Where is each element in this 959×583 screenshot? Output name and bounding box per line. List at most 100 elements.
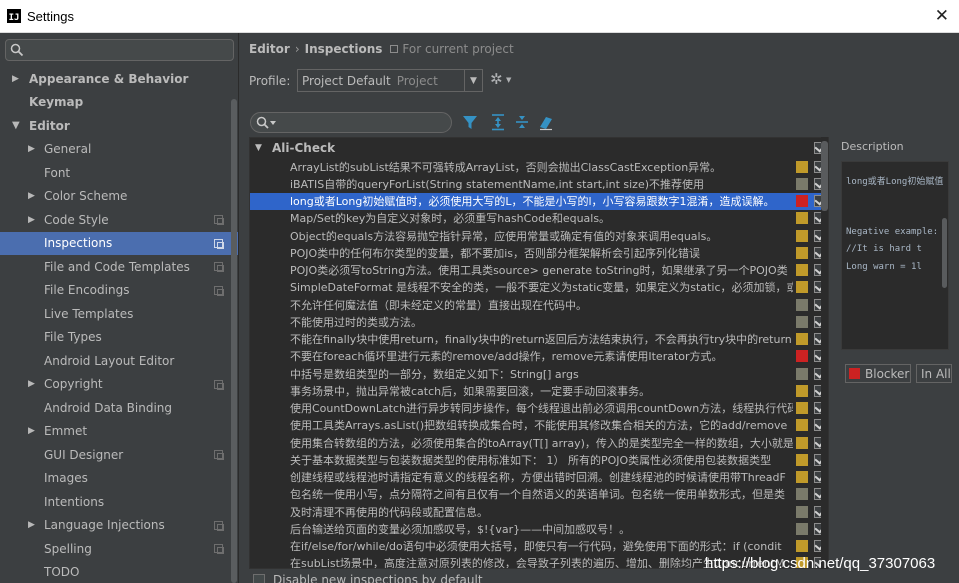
sidebar-item-color-scheme[interactable]: ▶ Color Scheme [0, 185, 238, 209]
rule-row[interactable]: 使用集合转数组的方法，必须使用集合的toArray(T[] array)，传入的… [250, 434, 828, 451]
severity-swatch [796, 298, 808, 311]
rule-row[interactable]: 后台输送给页面的变量必须加感叹号，$!{var}——中间加感叹号！。 [250, 520, 828, 537]
sidebar-item-editor[interactable]: ▼ Editor [0, 114, 238, 138]
chevron-down-icon[interactable]: ▼ [255, 143, 262, 153]
inspections-scrollbar[interactable] [821, 137, 828, 569]
chevron-right-icon[interactable]: ▶ [28, 379, 35, 389]
sidebar-item-font[interactable]: Font [0, 161, 238, 185]
chevron-right-icon[interactable]: ▶ [28, 144, 35, 154]
scope-dropdown[interactable]: In All [916, 364, 952, 383]
sidebar-item-intentions[interactable]: Intentions [0, 490, 238, 514]
sidebar-item-label: Live Templates [44, 306, 134, 321]
rule-row[interactable]: long或者Long初始赋值时，必须使用大写的L，不能是小写的l，小写容易跟数字… [250, 192, 828, 210]
scrollbar-thumb[interactable] [821, 141, 828, 211]
description-scrollbar[interactable] [942, 218, 947, 288]
sidebar-item-live-templates[interactable]: Live Templates [0, 302, 238, 326]
sidebar-item-android-layout-editor[interactable]: Android Layout Editor [0, 349, 238, 373]
chevron-right-icon[interactable]: ▶ [12, 74, 19, 84]
disable-new-inspections-option[interactable]: Disable new inspections by default [253, 573, 483, 583]
expand-all-icon[interactable] [490, 113, 506, 131]
sidebar-item-language-injections[interactable]: ▶ Language Injections [0, 514, 238, 538]
sidebar-item-emmet[interactable]: ▶ Emmet [0, 420, 238, 444]
rule-row[interactable]: ArrayList的subList结果不可强转成ArrayList，否则会抛出C… [250, 158, 828, 175]
rule-label: 事务场景中，抛出异常被catch后，如果需要回滚，一定要手动回滚事务。 [290, 384, 651, 398]
rule-row[interactable]: 包名统一使用小写，点分隔符之间有且仅有一个自然语义的英语单词。包名统一使用单数形… [250, 486, 828, 503]
sidebar-item-images[interactable]: Images [0, 467, 238, 491]
sidebar-item-label: Language Injections [44, 518, 165, 533]
rule-row[interactable]: POJO类必须写toString方法。使用工具类source> generate… [250, 262, 828, 279]
chevron-right-icon[interactable]: ▶ [28, 215, 35, 225]
rule-row[interactable]: 关于基本数据类型与包装数据类型的使用标准如下： 1） 所有的POJO类属性必须使… [250, 451, 828, 468]
chevron-down-icon: ▼ [464, 70, 482, 91]
sidebar-item-label: Appearance & Behavior [29, 71, 189, 86]
sidebar-item-spelling[interactable]: Spelling [0, 537, 238, 561]
rule-row[interactable]: POJO类中的任何布尔类型的变量，都不要加is，否则部分框架解析会引起序列化错误 [250, 244, 828, 261]
tree-group-ali-check[interactable]: ▼ Ali-Check [250, 139, 828, 157]
rule-row[interactable]: 不要在foreach循环里进行元素的remove/add操作，remove元素请… [250, 348, 828, 365]
sidebar-item-file-types[interactable]: File Types [0, 326, 238, 350]
disable-new-checkbox[interactable] [253, 574, 265, 583]
settings-search-input[interactable] [5, 39, 234, 61]
inspections-search-input[interactable] [250, 112, 452, 133]
severity-swatch [796, 212, 808, 225]
rule-row[interactable]: Object的equals方法容易抛空指针异常，应使用常量或确定有值的对象来调用… [250, 227, 828, 244]
description-line: long或者Long初始赋值 [846, 177, 944, 187]
severity-dropdown[interactable]: Blocker [845, 364, 911, 383]
rule-row[interactable]: 不能在finally块中使用return，finally块中的return返回后… [250, 331, 828, 348]
rule-row[interactable]: Map/Set的key为自定义对象时，必须重写hashCode和equals。 [250, 210, 828, 227]
rule-row[interactable]: 中括号是数组类型的一部分，数组定义如下：String[] args [250, 365, 828, 382]
reset-icon[interactable] [538, 113, 554, 131]
rule-row[interactable]: 在if/else/for/while/do语句中必须使用大括号，即使只有一行代码… [250, 538, 828, 555]
sidebar-item-gui-designer[interactable]: GUI Designer [0, 443, 238, 467]
rule-label: SimpleDateFormat 是线程不安全的类，一般不要定义为static变… [290, 281, 793, 295]
sidebar-item-general[interactable]: ▶ General [0, 138, 238, 162]
sidebar-item-appearance-behavior[interactable]: ▶ Appearance & Behavior [0, 67, 238, 91]
project-scope-icon [214, 450, 224, 461]
description-line: //It is hard t [846, 244, 922, 254]
rule-row[interactable]: 使用CountDownLatch进行异步转同步操作，每个线程退出前必须调用cou… [250, 400, 828, 417]
profile-dropdown[interactable]: Project Default Project ▼ [297, 69, 483, 92]
sidebar-item-file-and-code-templates[interactable]: File and Code Templates [0, 255, 238, 279]
rule-row[interactable]: 不能使用过时的类或方法。 [250, 313, 828, 330]
close-icon[interactable]: ✕ [935, 6, 949, 26]
sidebar-item-label: Code Style [44, 212, 109, 227]
chevron-right-icon[interactable]: ▶ [28, 426, 35, 436]
severity-swatch [796, 160, 808, 173]
severity-swatch [796, 281, 808, 294]
rule-row[interactable]: iBATIS自带的queryForList(String statementNa… [250, 175, 828, 192]
chevron-right-icon[interactable]: ▶ [28, 191, 35, 201]
description-line: Long warn = 1l [846, 261, 922, 272]
title-bar: IJ Settings ✕ [0, 0, 959, 33]
chevron-right-icon[interactable]: ▶ [28, 520, 35, 530]
sidebar-item-code-style[interactable]: ▶ Code Style [0, 208, 238, 232]
gear-icon[interactable]: ✲ [490, 70, 503, 88]
sidebar-item-todo[interactable]: TODO [0, 561, 238, 583]
rule-row[interactable]: 事务场景中，抛出异常被catch后，如果需要回滚，一定要手动回滚事务。 [250, 382, 828, 399]
chevron-down-icon[interactable]: ▼ [12, 120, 20, 131]
severity-swatch [796, 453, 808, 466]
rule-row[interactable]: 及时清理不再使用的代码段或配置信息。 [250, 503, 828, 520]
sidebar-item-label: Font [44, 165, 71, 180]
sidebar-item-keymap[interactable]: Keymap [0, 91, 238, 115]
description-pane: long或者Long初始赋值 Negative example: //It is … [841, 161, 949, 350]
rule-row[interactable]: SimpleDateFormat 是线程不安全的类，一般不要定义为static变… [250, 279, 828, 296]
profile-scope: Project [396, 73, 438, 88]
breadcrumb-parent[interactable]: Editor [249, 42, 290, 56]
sidebar-item-android-data-binding[interactable]: Android Data Binding [0, 396, 238, 420]
project-scope-icon [214, 262, 224, 273]
sidebar-item-file-encodings[interactable]: File Encodings [0, 279, 238, 303]
rule-row[interactable]: 创建线程或线程池时请指定有意义的线程名称，方便出错时回溯。创建线程池的时候请使用… [250, 469, 828, 486]
sidebar-item-inspections[interactable]: Inspections [0, 231, 238, 255]
project-scope-icon [390, 45, 399, 53]
filter-icon[interactable] [462, 113, 478, 131]
sidebar-item-copyright[interactable]: ▶ Copyright [0, 373, 238, 397]
severity-swatch [796, 488, 808, 501]
severity-swatch [796, 367, 808, 380]
severity-swatch [796, 505, 808, 518]
sidebar-item-label: Images [44, 471, 88, 486]
rule-row[interactable]: 使用工具类Arrays.asList()把数组转换成集合时，不能使用其修改集合相… [250, 417, 828, 434]
collapse-all-icon[interactable] [514, 113, 530, 131]
rule-row[interactable]: 不允许任何魔法值（即未经定义的常量）直接出现在代码中。 [250, 296, 828, 313]
project-scope-icon [214, 520, 224, 531]
sidebar-scrollbar[interactable] [231, 99, 237, 583]
